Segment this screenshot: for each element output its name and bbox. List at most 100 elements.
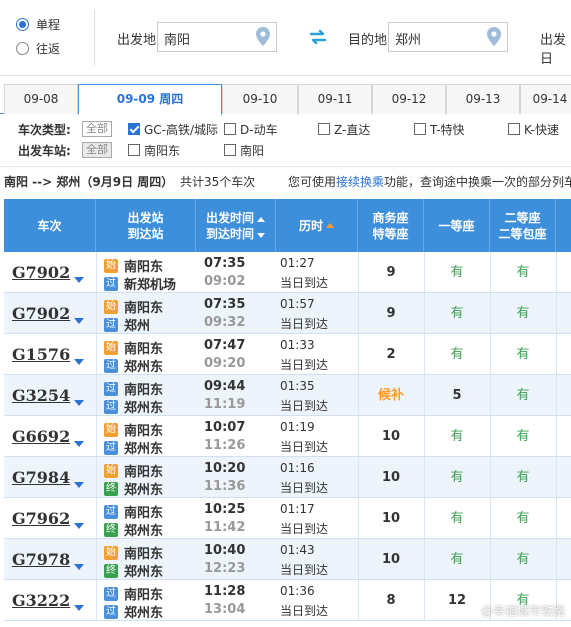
arrival-time: 09:32 [204,315,246,330]
arrival-time: 11:19 [204,397,246,412]
trip-option-oneway[interactable]: 单程 [16,14,86,34]
tab-date-0909[interactable]: 09-09 周四 [78,84,222,115]
checkbox[interactable] [414,123,426,135]
table-row[interactable]: G7978 始南阳东终郑州东 10:40 12:23 01:43 当日到达 10 有有 [4,539,571,580]
to-field[interactable]: 郑州 [388,22,508,52]
tab-date-0911[interactable]: 09-11 [298,84,372,114]
expand-icon[interactable] [74,359,84,365]
train-type-all-button[interactable]: 全部 [82,121,112,137]
business-seat[interactable]: 候补 [358,375,424,416]
business-seat[interactable]: 10 [358,416,424,457]
filter-z[interactable]: Z-直达 [318,120,370,138]
first-class-seat[interactable]: 有 [424,252,490,293]
checkbox[interactable] [508,123,520,135]
trip-option-roundtrip[interactable]: 往返 [16,38,86,58]
first-class-seat[interactable]: 有 [424,498,490,539]
route-text: 南阳 --> 郑州（9月9日 周四） [4,175,174,189]
table-row[interactable]: G7962 过南阳东终郑州东 10:25 11:42 01:17 当日到达 10 有有 [4,498,571,539]
tab-date-0912[interactable]: 09-12 [372,84,446,114]
second-class-seat[interactable]: 有 [490,416,556,457]
expand-icon[interactable] [74,277,84,283]
arrival-day: 当日到达 [280,604,329,618]
business-seat[interactable]: 8 [358,580,424,621]
sort-desc-icon[interactable] [257,232,265,238]
second-class-seat[interactable]: 有 [490,334,556,375]
from-field[interactable]: 南阳 [157,22,277,52]
table-row[interactable]: G1576 始南阳东过郑州东 07:47 09:20 01:33 当日到达 2 有有 [4,334,571,375]
train-number[interactable]: G7978 [12,550,70,569]
filter-k[interactable]: K-快速 [508,120,559,138]
second-class-seat[interactable]: 有 [490,457,556,498]
second-class-seat[interactable]: 有 [490,539,556,580]
train-number[interactable]: G7902 [12,263,70,282]
second-class-seat[interactable]: 有 [490,375,556,416]
checkbox[interactable] [224,144,236,156]
table-row[interactable]: G3254 过南阳东过郑州东 09:44 11:19 01:35 当日到达 候补 5 有 [4,375,571,416]
table-row[interactable]: G6692 始南阳东过郑州东 10:07 11:26 01:19 当日到达 10 有有 [4,416,571,457]
sort-asc-icon[interactable] [326,223,334,228]
business-seat[interactable]: 2 [358,334,424,375]
train-number[interactable]: G1576 [12,345,70,364]
train-number[interactable]: G7984 [12,468,70,487]
business-seat[interactable]: 9 [358,252,424,293]
expand-icon[interactable] [74,482,84,488]
business-seat[interactable]: 10 [358,498,424,539]
tab-date-0908[interactable]: 09-08 [4,84,78,114]
train-number[interactable]: G6692 [12,427,70,446]
sort-asc-icon[interactable] [257,216,265,222]
to-station-name: 郑州东 [124,606,164,621]
first-class-seat[interactable]: 有 [424,334,490,375]
expand-icon[interactable] [74,564,84,570]
tab-date-0910[interactable]: 09-10 [222,84,298,114]
to-station: 过郑州 [104,315,150,334]
oneway-radio[interactable] [16,17,29,31]
roundtrip-radio[interactable] [16,41,29,55]
swap-icon[interactable] [308,27,328,47]
column-divider [96,293,97,334]
first-class-seat[interactable]: 有 [424,539,490,580]
filter-gc[interactable]: GC-高铁/城际 [128,120,218,138]
table-row[interactable]: G7902 始南阳东过郑州 07:35 09:32 01:57 当日到达 9 有有 [4,293,571,334]
train-type-label: 车次类型: [18,122,71,137]
second-class-seat[interactable]: 有 [490,498,556,539]
arrival-time: 11:36 [204,479,246,494]
train-number[interactable]: G3254 [12,386,70,405]
checkbox[interactable] [128,144,140,156]
filter-d[interactable]: D-动车 [224,120,278,138]
filter-station-nanyangdong[interactable]: 南阳东 [128,141,180,159]
station-all-button[interactable]: 全部 [82,142,112,158]
filter-t[interactable]: T-特快 [414,120,465,138]
first-class-seat[interactable]: 有 [424,293,490,334]
business-seat[interactable]: 10 [358,539,424,580]
arrival-day: 当日到达 [280,563,329,577]
table-row[interactable]: G7984 始南阳东终郑州东 10:20 11:36 01:16 当日到达 10 有有 [4,457,571,498]
first-class-seat[interactable]: 有 [424,457,490,498]
train-number[interactable]: G3222 [12,591,70,610]
first-class-seat[interactable]: 有 [424,416,490,457]
filter-station-nanyang[interactable]: 南阳 [224,141,264,159]
table-row[interactable]: G7902 始南阳东过新郑机场 07:35 09:02 01:27 当日到达 9 有有 [4,252,571,293]
checkbox[interactable] [318,123,330,135]
column-divider [96,252,97,293]
tab-date-0913[interactable]: 09-13 [446,84,520,114]
checkbox[interactable] [128,123,140,135]
expand-icon[interactable] [74,605,84,611]
expand-icon[interactable] [74,400,84,406]
first-class-seat[interactable]: 5 [424,375,490,416]
to-station: 终郑州东 [104,479,163,498]
from-badge: 过 [104,381,118,396]
second-class-seat[interactable]: 有 [490,293,556,334]
business-seat[interactable]: 10 [358,457,424,498]
expand-icon[interactable] [74,318,84,324]
train-number[interactable]: G7962 [12,509,70,528]
header-duration[interactable]: 历时 [276,199,358,252]
train-number[interactable]: G7902 [12,304,70,323]
transfer-link[interactable]: 接续换乘 [336,175,384,189]
second-class-seat[interactable]: 有 [490,252,556,293]
expand-icon[interactable] [74,523,84,529]
tab-date-0914[interactable]: 09-14 [520,84,571,114]
checkbox[interactable] [224,123,236,135]
business-seat[interactable]: 9 [358,293,424,334]
header-time[interactable]: 出发时间 到达时间 [196,199,276,252]
expand-icon[interactable] [74,441,84,447]
